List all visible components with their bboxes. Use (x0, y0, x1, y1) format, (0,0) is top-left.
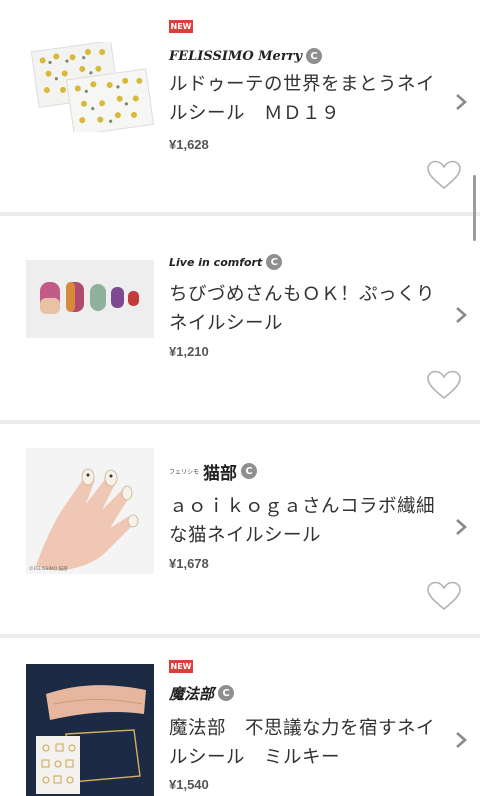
product-card-4[interactable]: NEW 魔法部 C 魔法部 不思議な力を宿すネイルシール ミルキー ¥1,540 (0, 638, 480, 796)
product-title[interactable]: ルドゥーテの世界をまとうネイルシール ＭＤ１９ (169, 70, 444, 128)
chevron-right-icon[interactable] (454, 517, 468, 537)
product-card-1[interactable]: NEW FELISSIMO Merry C ルドゥーテの世界をまとうネイルシール… (0, 0, 480, 212)
chevron-right-icon[interactable] (454, 305, 468, 325)
product-thumbnail[interactable]: ©FELISSIMO 猫部 (26, 448, 154, 574)
chevron-right-icon[interactable] (454, 92, 468, 112)
brand-label: 魔法部 C (169, 682, 235, 704)
brand-label: Live in comfort C (169, 251, 283, 273)
hands-on-dark-background-icon (26, 664, 154, 796)
heart-outline-icon[interactable] (427, 370, 461, 400)
colorful-nail-tips-icon (26, 260, 154, 338)
brand-name: Live in comfort (169, 255, 263, 269)
brand-badge-icon: C (266, 254, 283, 270)
brand-badge-icon: C (241, 463, 258, 479)
brand-label: FELISSIMO Merry C (169, 45, 323, 67)
product-card-3[interactable]: ©FELISSIMO 猫部 フェリシモ 猫部 C ａｏｉｋｏｇａさんコラボ繊細な… (0, 424, 480, 634)
product-price: ¥1,678 (169, 556, 209, 571)
product-thumbnail[interactable] (26, 260, 154, 338)
product-thumbnail[interactable] (26, 42, 154, 132)
product-thumbnail[interactable] (26, 664, 154, 796)
new-badge: NEW (169, 660, 193, 673)
hand-with-nails-icon: ©FELISSIMO 猫部 (26, 448, 154, 574)
thumb-caption: ©FELISSIMO 猫部 (29, 565, 68, 572)
product-title[interactable]: ちびづめさんもＯＫ！ぷっくりネイルシール (169, 280, 444, 338)
new-badge: NEW (169, 20, 193, 33)
brand-name: 魔法部 (169, 684, 215, 703)
brand-name: FELISSIMO Merry (169, 48, 303, 64)
heart-outline-icon[interactable] (427, 581, 461, 611)
product-title[interactable]: ａｏｉｋｏｇａさんコラボ繊細な猫ネイルシール (169, 492, 444, 550)
brand-badge-icon: C (306, 48, 323, 64)
brand-badge-icon: C (218, 685, 235, 701)
brand-small-text: フェリシモ (169, 468, 200, 476)
scrollbar[interactable] (473, 175, 476, 241)
chevron-right-icon[interactable] (454, 730, 468, 750)
floral-nail-sticker-sheet-icon (26, 42, 154, 132)
product-price: ¥1,210 (169, 344, 209, 359)
product-title[interactable]: 魔法部 不思議な力を宿すネイルシール ミルキー (169, 714, 444, 772)
brand-label: フェリシモ 猫部 C (169, 460, 258, 484)
product-price: ¥1,540 (169, 777, 209, 792)
product-card-2[interactable]: Live in comfort C ちびづめさんもＯＫ！ぷっくりネイルシール ¥… (0, 216, 480, 420)
heart-outline-icon[interactable] (427, 160, 461, 190)
product-price: ¥1,628 (169, 137, 209, 152)
brand-name: 猫部 (203, 463, 238, 484)
